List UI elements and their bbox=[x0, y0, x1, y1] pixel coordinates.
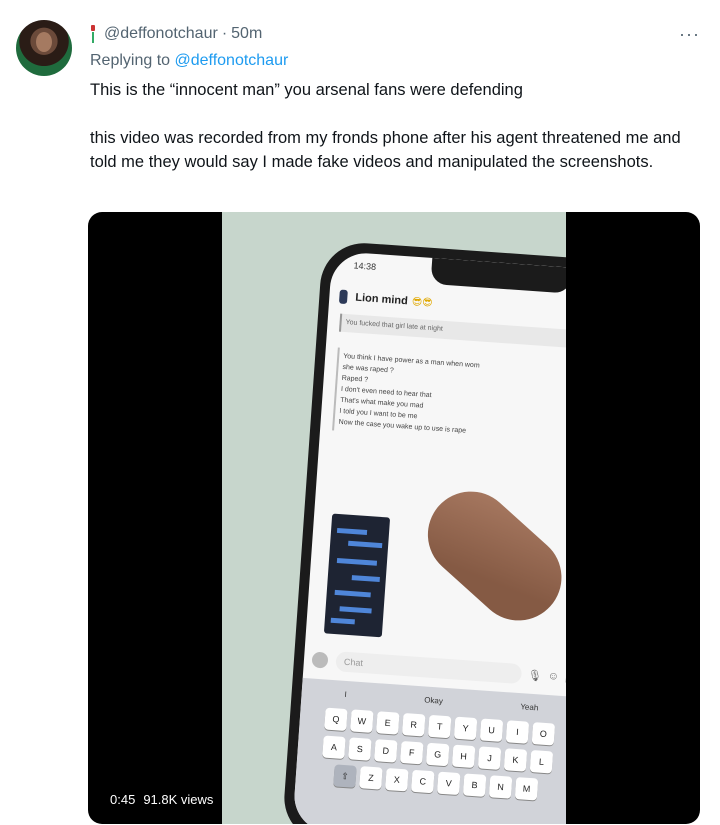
key: V bbox=[436, 771, 461, 796]
key: Q bbox=[324, 707, 348, 732]
key: B bbox=[462, 773, 487, 797]
phone-screen: 14:38 Lion mind 😎😎 ✆ You fucked that gir… bbox=[292, 250, 566, 824]
contact-name: Lion mind bbox=[354, 291, 409, 308]
finger bbox=[410, 473, 566, 639]
reply-context: Replying to @deffonotchaur bbox=[90, 52, 288, 70]
keyboard: I Okay Yeah Q W E R T Y U I O A S D F G … bbox=[292, 677, 566, 824]
key: K bbox=[503, 748, 528, 772]
key: I bbox=[505, 720, 530, 744]
key: E bbox=[376, 711, 400, 735]
video-info-overlay: 0:45 91.8K views bbox=[104, 789, 220, 810]
suggestion: Yeah bbox=[520, 701, 539, 712]
key: L bbox=[529, 750, 554, 774]
key: X bbox=[385, 767, 409, 792]
sunglasses-emoji-icon: 😎😎 bbox=[411, 296, 433, 309]
key: G bbox=[425, 742, 450, 767]
flag-badge-icon bbox=[90, 25, 96, 43]
key: Z bbox=[359, 766, 383, 790]
suggestion: I bbox=[344, 689, 348, 699]
screenshot-thumbnail bbox=[323, 513, 391, 638]
tweet-time[interactable]: 50m bbox=[231, 25, 262, 43]
shift-key: ⇧ bbox=[333, 764, 357, 788]
phone-status-time: 14:38 bbox=[353, 260, 377, 273]
separator-dot: · bbox=[221, 25, 228, 42]
suggestion: Okay bbox=[423, 694, 444, 706]
phone-in-video: 14:38 Lion mind 😎😎 ✆ You fucked that gir… bbox=[281, 240, 566, 824]
key: M bbox=[514, 777, 539, 801]
camera-icon bbox=[311, 651, 329, 669]
key: R bbox=[401, 713, 426, 737]
video-duration: 0:45 bbox=[110, 792, 136, 807]
tweet-text: This is the “innocent man” you arsenal f… bbox=[90, 78, 700, 174]
reply-mention-link[interactable]: @deffonotchaur bbox=[175, 52, 289, 69]
key: S bbox=[348, 737, 372, 761]
key: F bbox=[400, 740, 424, 765]
tweet-paragraph: This is the “innocent man” you arsenal f… bbox=[90, 81, 523, 99]
video-player[interactable]: 14:38 Lion mind 😎😎 ✆ You fucked that gir… bbox=[88, 212, 700, 824]
key: T bbox=[427, 714, 452, 739]
key: W bbox=[350, 709, 374, 733]
contact-avatar-icon bbox=[338, 289, 348, 305]
mic-icon: 🎙 bbox=[527, 669, 543, 683]
phone-notch bbox=[430, 257, 566, 294]
video-frame: 14:38 Lion mind 😎😎 ✆ You fucked that gir… bbox=[222, 212, 566, 824]
chat-input: Chat bbox=[335, 651, 523, 685]
avatar[interactable] bbox=[16, 20, 72, 76]
key: Y bbox=[453, 716, 478, 741]
tweet-paragraph: this video was recorded from my fronds p… bbox=[90, 129, 686, 171]
message-block: You think I have power as a man when wom… bbox=[332, 347, 566, 449]
more-icon[interactable]: ··· bbox=[679, 24, 700, 45]
key: C bbox=[411, 769, 435, 794]
key: N bbox=[488, 775, 513, 799]
avatar-face bbox=[36, 32, 52, 52]
sticker-icon: ▣ bbox=[565, 671, 566, 685]
key: U bbox=[479, 718, 504, 742]
author-handle[interactable]: @deffonotchaur bbox=[104, 25, 218, 43]
smiley-icon: ☺ bbox=[547, 670, 560, 683]
key: H bbox=[451, 744, 476, 769]
key: O bbox=[531, 722, 556, 746]
key: J bbox=[477, 746, 502, 770]
key: D bbox=[374, 739, 398, 763]
key: A bbox=[322, 735, 346, 759]
tweet-header: @deffonotchaur · 50m ··· bbox=[90, 22, 700, 46]
view-count: 91.8K views bbox=[143, 792, 214, 807]
reply-prefix: Replying to bbox=[90, 52, 171, 69]
